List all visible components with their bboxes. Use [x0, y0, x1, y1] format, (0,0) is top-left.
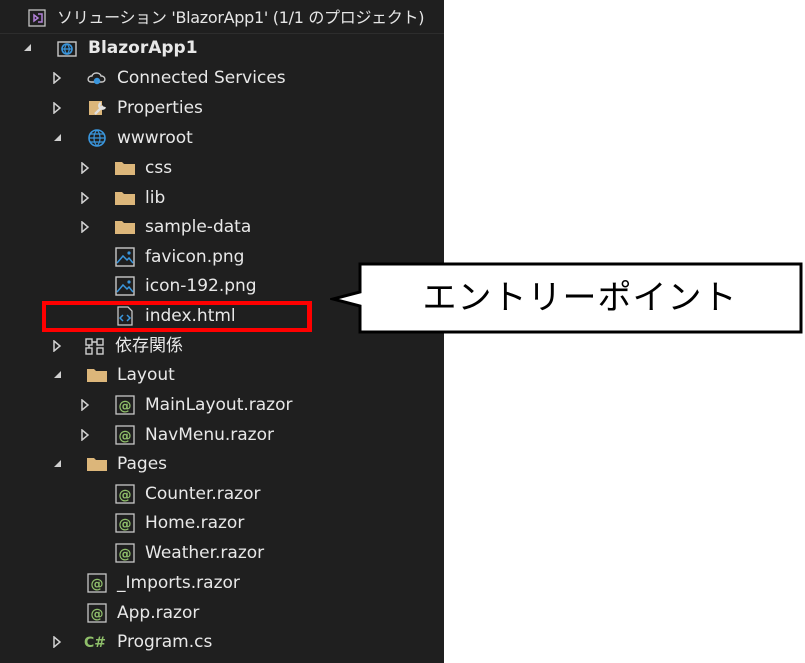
tree-label-pages: Pages — [117, 454, 168, 474]
folder-icon — [114, 217, 136, 237]
connected-services-icon — [86, 68, 108, 88]
chevron-collapsed-icon[interactable] — [80, 183, 92, 213]
svg-text:@: @ — [91, 607, 104, 622]
wrench-icon — [86, 98, 108, 118]
callout-text: エントリーポイント — [422, 278, 738, 318]
razor-file-icon: @ — [114, 425, 136, 445]
tree-item-counter[interactable]: @ Counter.razor — [0, 479, 444, 509]
tree-item-project[interactable]: BlazorApp1 — [0, 33, 444, 63]
razor-file-icon: @ — [114, 513, 136, 533]
chevron-collapsed-icon[interactable] — [80, 153, 92, 183]
tree-label-app: App.razor — [117, 603, 200, 623]
solution-row[interactable]: ソリューション 'BlazorApp1' (1/1 のプロジェクト) — [0, 3, 444, 34]
chevron-collapsed-icon[interactable] — [52, 63, 64, 93]
razor-file-icon: @ — [114, 543, 136, 563]
tree-item-sample-data[interactable]: sample-data — [0, 212, 444, 242]
folder-icon — [86, 454, 108, 474]
tree-label-lib: lib — [145, 188, 166, 208]
tree-item-properties[interactable]: Properties — [0, 93, 444, 123]
folder-icon — [86, 365, 108, 385]
tree-label-wwwroot: wwwroot — [117, 128, 193, 148]
chevron-expanded-icon[interactable] — [52, 123, 64, 153]
chevron-expanded-icon[interactable] — [52, 360, 64, 390]
solution-icon — [28, 9, 46, 27]
razor-file-icon: @ — [86, 573, 108, 593]
razor-file-icon: @ — [114, 484, 136, 504]
tree-label-imports: _Imports.razor — [117, 573, 240, 593]
tree-label-nav-menu: NavMenu.razor — [145, 425, 274, 445]
tree-label-css: css — [145, 158, 173, 178]
svg-text:@: @ — [119, 399, 132, 414]
tree-item-main-layout[interactable]: @ MainLayout.razor — [0, 390, 444, 420]
chevron-collapsed-icon[interactable] — [80, 212, 92, 242]
csharp-file-icon: C# — [84, 632, 106, 652]
tree-label-connected-services: Connected Services — [117, 68, 286, 88]
tree-item-nav-menu[interactable]: @ NavMenu.razor — [0, 420, 444, 450]
screenshot-canvas: ソリューション 'BlazorApp1' (1/1 のプロジェクト) Blazo… — [0, 0, 805, 663]
tree-item-layout[interactable]: Layout — [0, 360, 444, 390]
svg-text:C#: C# — [84, 635, 106, 651]
svg-text:@: @ — [119, 429, 132, 444]
svg-text:@: @ — [119, 517, 132, 532]
svg-text:@: @ — [119, 488, 132, 503]
svg-text:@: @ — [91, 577, 104, 592]
tree-item-css[interactable]: css — [0, 153, 444, 183]
tree-label-sample-data: sample-data — [145, 217, 252, 237]
tree-label-favicon: favicon.png — [145, 247, 245, 267]
folder-icon — [114, 188, 136, 208]
chevron-expanded-icon[interactable] — [22, 33, 34, 63]
tree-item-pages[interactable]: Pages — [0, 449, 444, 479]
tree-item-imports[interactable]: @ _Imports.razor — [0, 568, 444, 598]
chevron-collapsed-icon[interactable] — [52, 627, 64, 657]
tree-item-lib[interactable]: lib — [0, 183, 444, 213]
tree-item-dependencies[interactable]: 依存関係 — [0, 331, 444, 361]
image-file-icon — [114, 276, 136, 296]
tree-item-program[interactable]: C# Program.cs — [0, 627, 444, 657]
tree-label-icon-192: icon-192.png — [145, 276, 257, 296]
tree-item-home[interactable]: @ Home.razor — [0, 508, 444, 538]
chevron-collapsed-icon[interactable] — [80, 390, 92, 420]
chevron-collapsed-icon[interactable] — [80, 420, 92, 450]
folder-icon — [114, 158, 136, 178]
globe-icon — [86, 128, 108, 148]
tree-item-wwwroot[interactable]: wwwroot — [0, 123, 444, 153]
tree-item-weather[interactable]: @ Weather.razor — [0, 538, 444, 568]
chevron-collapsed-icon[interactable] — [52, 331, 64, 361]
tree-item-connected-services[interactable]: Connected Services — [0, 63, 444, 93]
tree-label-properties: Properties — [117, 98, 203, 118]
tree-label-project: BlazorApp1 — [88, 38, 198, 58]
tree-label-counter: Counter.razor — [145, 484, 261, 504]
tree-label-weather: Weather.razor — [145, 543, 265, 563]
solution-title: ソリューション 'BlazorApp1' (1/1 のプロジェクト) — [57, 8, 425, 27]
highlight-box — [42, 301, 312, 332]
tree-label-dependencies: 依存関係 — [115, 336, 183, 356]
tree-item-app[interactable]: @ App.razor — [0, 598, 444, 628]
razor-file-icon: @ — [114, 395, 136, 415]
dependencies-icon — [84, 336, 106, 356]
web-project-icon — [56, 38, 78, 58]
razor-file-icon: @ — [86, 603, 108, 623]
tree-label-program: Program.cs — [117, 632, 213, 652]
chevron-collapsed-icon[interactable] — [52, 93, 64, 123]
tree-label-home: Home.razor — [145, 513, 245, 533]
svg-text:@: @ — [119, 547, 132, 562]
chevron-expanded-icon[interactable] — [52, 449, 64, 479]
tree-label-layout: Layout — [117, 365, 175, 385]
image-file-icon — [114, 247, 136, 267]
tree-label-main-layout: MainLayout.razor — [145, 395, 293, 415]
